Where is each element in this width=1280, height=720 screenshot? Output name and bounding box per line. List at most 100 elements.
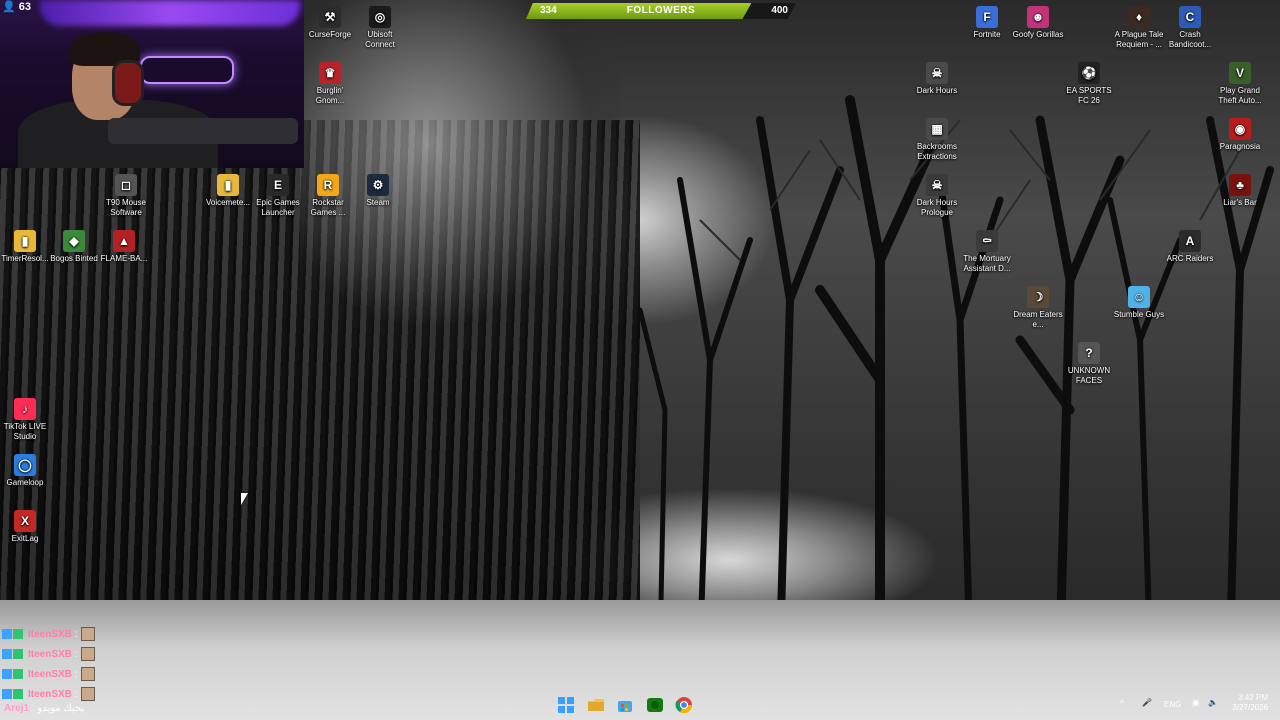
desktop-icon-unknown-faces[interactable]: ? UNKNOWN FACES (1061, 342, 1117, 386)
desktop-icon-fortnite[interactable]: F Fortnite (959, 6, 1015, 40)
followers-goal-bar: 334 FOLLOWERS 400 (526, 3, 796, 19)
chat-message: IteenSXB : (2, 664, 112, 684)
desktop-icon-epic-games[interactable]: E Epic Games Launcher (250, 174, 306, 218)
tiktok-live-icon: ♪ (14, 398, 36, 420)
stream-chat: IteenSXB : IteenSXB : IteenSXB : IteenSX… (2, 624, 112, 704)
gta-icon: V (1229, 62, 1251, 84)
streamer-webcam: 👤 63 (0, 0, 304, 168)
chat-username: IteenSXB (28, 648, 72, 660)
desktop-icon-curseforge[interactable]: ⚒ CurseForge (302, 6, 358, 40)
desktop-icon-voicemeeter[interactable]: ▮ Voicemete... (200, 174, 256, 208)
moderator-badge-icon (2, 629, 12, 639)
followers-label: FOLLOWERS (626, 5, 696, 16)
emote-icon (80, 627, 95, 641)
emote-icon (80, 667, 95, 681)
desktop-icon-rockstar[interactable]: R Rockstar Games ... (300, 174, 356, 218)
chat-message-last: Arej1 : يحيك مويدو (4, 703, 84, 714)
desktop-icon-gameloop[interactable]: ◯ Gameloop (0, 454, 53, 488)
wallpaper-snow-ground (0, 600, 1280, 720)
desktop-icon-crash-bandicoot[interactable]: C Crash Bandicoot... (1162, 6, 1218, 50)
exitlag-icon: X (14, 510, 36, 532)
chat-message: IteenSXB : (2, 684, 112, 704)
desktop-icon-arc-raiders[interactable]: A ARC Raiders (1162, 230, 1218, 264)
arc-raiders-icon: A (1179, 230, 1201, 252)
mortuary-icon: ⚰ (976, 230, 998, 252)
flame-ba-icon: ▲ (113, 230, 135, 252)
chat-separator: : (74, 628, 78, 640)
subscriber-badge-icon (13, 669, 23, 679)
desktop-icon-burglin-gnomes[interactable]: ♛ Burglin' Gnom... (302, 62, 358, 106)
desktop-icon-liars-bar[interactable]: ♣ Liar's Bar (1212, 174, 1268, 208)
headphones (112, 60, 144, 106)
desktop-icon-plague-tale[interactable]: ♦ A Plague Tale Requiem - ... (1111, 6, 1167, 50)
desktop-icon-dark-hours[interactable]: ☠ Dark Hours (909, 62, 965, 96)
microphone-icon[interactable]: 🎤 (1142, 698, 1152, 707)
viewer-count: 63 (18, 1, 32, 13)
desktop-icon-dark-hours-prologue[interactable]: ☠ Dark Hours Prologue (909, 174, 965, 218)
settings-icon[interactable] (705, 696, 723, 714)
chat-text: يحيك مويدو (37, 703, 85, 714)
desktop-icon-goofy-gorillas[interactable]: ☻ Goofy Gorillas (1010, 6, 1066, 40)
chat-badges (2, 689, 24, 699)
desktop-icon-bogos-binted[interactable]: ◆ Bogos Binted (46, 230, 102, 264)
mouse-software-icon: ◻ (115, 174, 137, 196)
windows-start-icon[interactable] (557, 696, 575, 714)
chat-username: IteenSXB (28, 628, 72, 640)
burglin-gnomes-icon: ♛ (319, 62, 341, 84)
store-icon[interactable] (616, 696, 634, 714)
desktop-icon-gta[interactable]: V Play Grand Theft Auto... (1212, 62, 1268, 106)
chat-separator: : (74, 688, 78, 700)
emote-icon (80, 687, 95, 701)
dark-hours-icon: ☠ (926, 62, 948, 84)
desktop-icon-mortuary-assistant[interactable]: ⚰ The Mortuary Assistant D... (959, 230, 1015, 274)
microphone-arm (108, 118, 298, 144)
epic-games-icon: E (267, 174, 289, 196)
bogos-binted-icon: ◆ (63, 230, 85, 252)
plague-tale-icon: ♦ (1128, 6, 1150, 28)
xbox-icon[interactable] (646, 696, 664, 714)
curseforge-icon: ⚒ (319, 6, 341, 28)
desktop-icon-dream-eaters[interactable]: ☽ Dream Eaters e... (1010, 286, 1066, 330)
gameloop-icon: ◯ (14, 454, 36, 476)
desktop-icon-exitlag[interactable]: X ExitLag (0, 510, 53, 544)
display-icon[interactable]: ▣ (1192, 698, 1200, 707)
tray-overflow-chevron-icon[interactable]: ^ (1120, 699, 1124, 708)
desktop-icon-steam[interactable]: ⚙ Steam (350, 174, 406, 208)
desktop-icon-flame-ba[interactable]: ▲ FLAME-BA... (96, 230, 152, 264)
desktop-icon-tiktok-live[interactable]: ♪ TikTok LIVE Studio (0, 398, 53, 442)
viewer-icon: 👤 (2, 1, 16, 13)
steam-icon: ⚙ (367, 174, 389, 196)
desktop-icon-paragnosia[interactable]: ◉ Paragnosia (1212, 118, 1268, 152)
subscriber-badge-icon (13, 629, 23, 639)
language-indicator[interactable]: ENG (1164, 700, 1181, 709)
chrome-icon[interactable] (675, 696, 693, 714)
dark-hours-prologue-icon: ☠ (926, 174, 948, 196)
ubisoft-icon: ◎ (369, 6, 391, 28)
followers-goal: 400 (771, 5, 788, 16)
chat-separator: : (74, 648, 78, 660)
desktop-icon-ubisoft-connect[interactable]: ◎ Ubisoft Connect (352, 6, 408, 50)
chat-username: Arej1 (4, 703, 30, 714)
chat-message: IteenSXB : (2, 644, 112, 664)
desktop-icon-t90-mouse[interactable]: ◻ T90 Mouse Software (98, 174, 154, 218)
crash-bandicoot-icon: C (1179, 6, 1201, 28)
stumble-guys-icon: ☺ (1128, 286, 1150, 308)
file-explorer-icon[interactable] (587, 696, 605, 714)
dream-eaters-icon: ☽ (1027, 286, 1049, 308)
desktop-icon-ea-fc[interactable]: ⚽ EA SPORTS FC 26 (1061, 62, 1117, 106)
desktop-icon-stumble-guys[interactable]: ☺ Stumble Guys (1111, 286, 1167, 320)
viewer-count-badge: 👤 63 (2, 0, 31, 13)
desktop-icon-backrooms[interactable]: ▦ Backrooms Extractions (909, 118, 965, 162)
moderator-badge-icon (2, 649, 12, 659)
emote-icon (80, 647, 95, 661)
folder-icon: ▮ (14, 230, 36, 252)
clock-time: 3:42 PM (1238, 693, 1268, 702)
paragnosia-icon: ◉ (1229, 118, 1251, 140)
mouse-cursor-icon (241, 493, 248, 505)
clock[interactable]: 3:42 PM 3/27/2026 (1226, 693, 1268, 713)
neon-light (40, 0, 300, 26)
neon-sign (140, 56, 234, 84)
chat-badges (2, 669, 24, 679)
speaker-icon[interactable]: 🔈 (1208, 698, 1218, 707)
subscriber-badge-icon (13, 649, 23, 659)
